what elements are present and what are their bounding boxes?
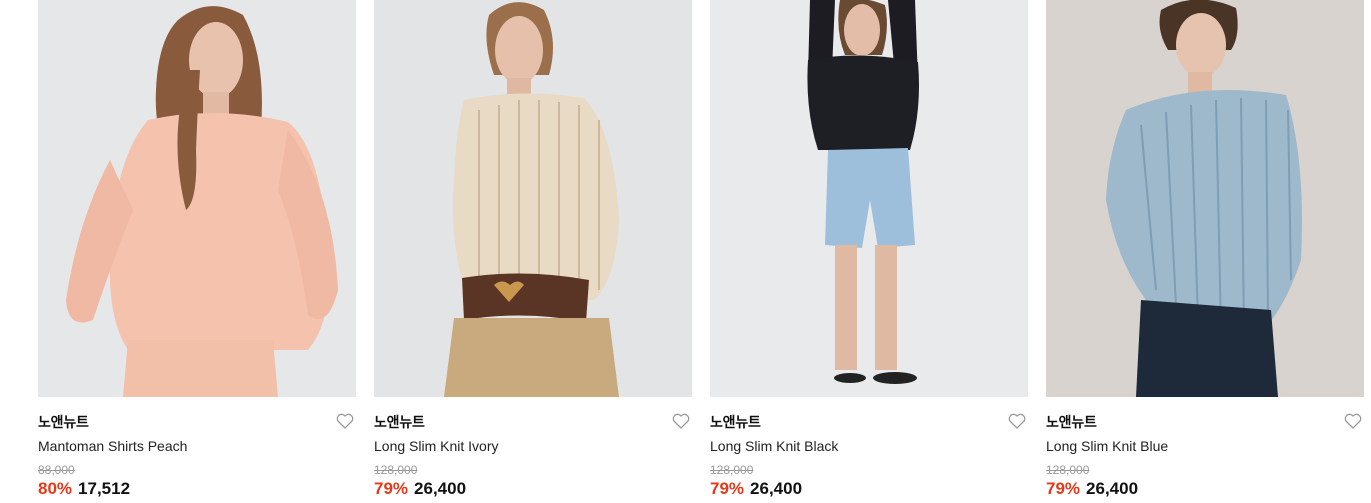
product-image[interactable] [1046,0,1364,397]
product-card[interactable]: 노앤뉴트 Long Slim Knit Blue 128,000 79% 26,4… [1046,0,1364,503]
brand-name[interactable]: 노앤뉴트 [710,412,761,432]
sale-price: 26,400 [414,479,467,498]
sale-price: 26,400 [1086,479,1139,498]
discount-rate: 79% [1046,479,1081,498]
heart-outline-icon[interactable] [336,413,354,429]
discount-rate: 79% [374,479,409,498]
original-price: 88,000 [38,463,75,477]
product-name[interactable]: Mantoman Shirts Peach [38,438,187,454]
original-price: 128,000 [374,463,418,477]
product-card[interactable]: 노앤뉴트 Long Slim Knit Black 128,000 79% 26,… [710,0,1028,503]
product-name[interactable]: Long Slim Knit Black [710,438,838,454]
heart-outline-icon[interactable] [1008,413,1026,429]
heart-outline-icon[interactable] [1344,413,1362,429]
discount-rate: 80% [38,479,73,498]
sale-price: 17,512 [78,479,131,498]
price-row: 79% 26,400 [374,479,466,499]
price-row: 79% 26,400 [1046,479,1138,499]
original-price: 128,000 [1046,463,1090,477]
sale-price: 26,400 [750,479,803,498]
product-card[interactable]: 노앤뉴트 Mantoman Shirts Peach 88,000 80% 17,… [38,0,356,503]
product-image[interactable] [710,0,1028,397]
heart-outline-icon[interactable] [672,413,690,429]
brand-name[interactable]: 노앤뉴트 [1046,412,1097,432]
brand-name[interactable]: 노앤뉴트 [38,412,89,432]
brand-name[interactable]: 노앤뉴트 [374,412,425,432]
discount-rate: 79% [710,479,745,498]
product-image[interactable] [374,0,692,397]
product-name[interactable]: Long Slim Knit Blue [1046,438,1168,454]
product-image[interactable] [38,0,356,397]
original-price: 128,000 [710,463,754,477]
product-card[interactable]: 노앤뉴트 Long Slim Knit Ivory 128,000 79% 26,… [374,0,692,503]
price-row: 79% 26,400 [710,479,802,499]
product-grid: 노앤뉴트 Mantoman Shirts Peach 88,000 80% 17,… [0,0,1371,503]
price-row: 80% 17,512 [38,479,130,499]
product-name[interactable]: Long Slim Knit Ivory [374,438,499,454]
